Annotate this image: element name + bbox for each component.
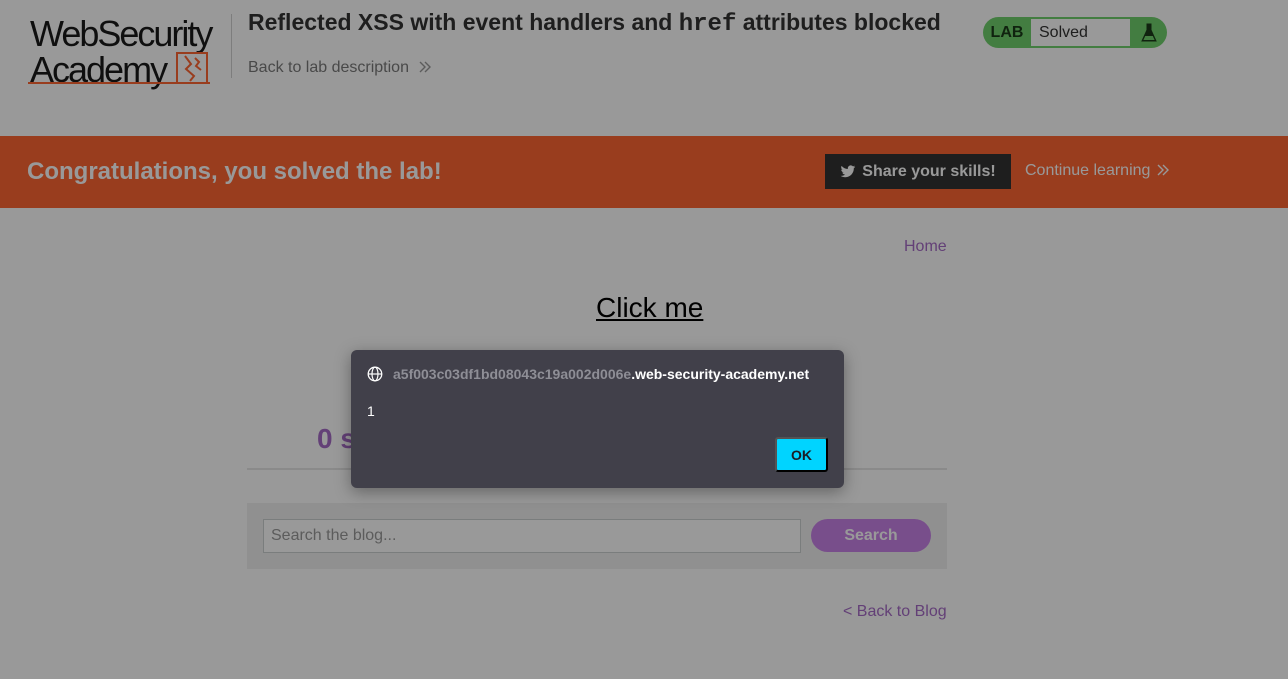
javascript-alert-dialog: a5f003c03df1bd08043c19a002d006e.web-secu…: [351, 350, 844, 488]
modal-overlay: [0, 0, 1288, 679]
dialog-message: 1: [367, 403, 375, 419]
dialog-origin-domain: .web-security-academy.net: [631, 366, 810, 382]
ok-button[interactable]: OK: [775, 437, 828, 472]
globe-icon: [367, 366, 383, 382]
dialog-origin-subdomain: a5f003c03df1bd08043c19a002d006e: [393, 366, 632, 382]
dialog-origin: a5f003c03df1bd08043c19a002d006e.web-secu…: [393, 366, 809, 382]
